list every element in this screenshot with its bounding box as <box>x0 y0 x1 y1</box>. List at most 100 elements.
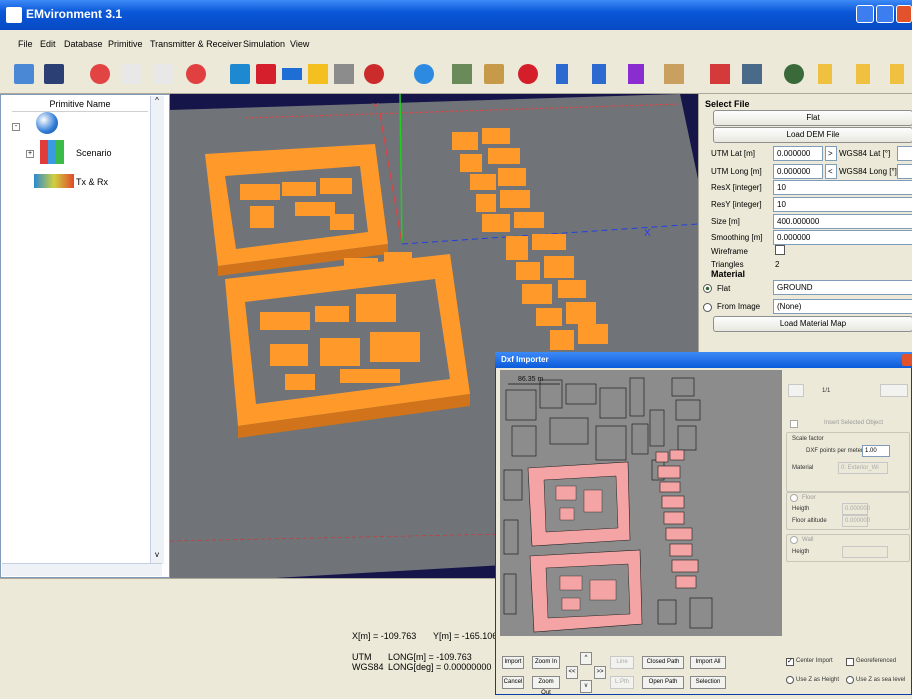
close-button[interactable] <box>896 5 912 23</box>
center-import-checkbox[interactable]: ✓ <box>786 658 794 666</box>
tree-horizontal-scrollbar[interactable] <box>2 563 162 576</box>
resx-input[interactable]: 10 <box>773 180 912 195</box>
open-path-button[interactable]: Open Path <box>642 676 684 689</box>
from-image-radio[interactable] <box>703 303 712 312</box>
dxf-preview-canvas[interactable]: 86.35 m <box>500 370 782 636</box>
select-file-heading: Select File <box>705 99 750 109</box>
menu-transmitter-receiver[interactable]: Transmitter & Receiver <box>150 39 242 49</box>
import-all-button[interactable]: Import All <box>690 656 726 669</box>
maximize-button[interactable] <box>876 5 894 23</box>
zoom-out-button[interactable]: Zoom Out <box>532 676 560 696</box>
flat-radio[interactable] <box>703 284 712 293</box>
pan-down-button[interactable]: v <box>580 680 592 693</box>
closed-path-button[interactable]: Closed Path <box>642 656 684 669</box>
cancel-button[interactable]: Cancel <box>502 676 524 689</box>
building-icon[interactable] <box>334 64 354 84</box>
line-button[interactable]: Line <box>610 656 634 669</box>
dxf-prev-page-button[interactable] <box>788 384 804 397</box>
use-z-height-radio[interactable] <box>786 676 794 684</box>
delete-icon[interactable] <box>186 64 206 84</box>
ray-icon[interactable] <box>710 64 730 84</box>
cube-icon[interactable] <box>256 64 276 84</box>
scroll-down-icon[interactable]: v <box>150 550 164 562</box>
wall-height-input[interactable] <box>842 546 888 558</box>
tower-icon[interactable] <box>452 64 472 84</box>
grid-receiver-icon[interactable] <box>628 64 644 84</box>
wgs-long-input[interactable] <box>897 164 912 179</box>
load-material-map-button[interactable]: Load Material Map <box>713 316 912 332</box>
dxf-next-page-button[interactable] <box>880 384 908 397</box>
from-wgs-button[interactable]: < <box>825 164 837 179</box>
expand-icon[interactable]: + <box>26 150 34 158</box>
to-wgs-button[interactable]: > <box>825 146 837 161</box>
selection-button[interactable]: Selection <box>690 676 726 689</box>
sphere-icon[interactable] <box>364 64 384 84</box>
terrain-icon[interactable] <box>664 64 684 84</box>
receiver-icon[interactable] <box>556 64 568 84</box>
utm-lat-input[interactable]: 0.000000 <box>773 146 823 161</box>
tree-item-scenario[interactable]: Scenario <box>76 148 112 158</box>
lpath-button[interactable]: L.Pth <box>610 676 634 689</box>
menu-simulation[interactable]: Simulation <box>243 39 285 49</box>
utm-lat-label: UTM Lat [m] <box>711 149 756 158</box>
smoothing-input[interactable]: 0.000000 <box>773 230 912 245</box>
copy-icon[interactable] <box>122 64 142 84</box>
wall-radio[interactable] <box>790 536 798 544</box>
new-icon[interactable] <box>90 64 110 84</box>
image-select[interactable]: (None) <box>773 299 912 314</box>
tree-item-tx-rx[interactable]: Tx & Rx <box>76 177 108 187</box>
floor-height-input[interactable]: 0.000000 <box>842 503 870 515</box>
utm-long-input[interactable]: 0.000000 <box>773 164 823 179</box>
menu-view[interactable]: View <box>290 39 309 49</box>
dxf-scale-label: 86.35 m <box>518 376 544 383</box>
insert-selected-checkbox[interactable] <box>790 420 798 428</box>
floor-altitude-input[interactable]: 0.000000 <box>842 515 870 527</box>
floor-radio[interactable] <box>790 494 798 502</box>
pyramid-icon[interactable] <box>308 64 328 84</box>
app-icon <box>6 7 22 23</box>
load-dem-button[interactable]: Load DEM File <box>713 127 912 143</box>
plane-icon[interactable] <box>282 68 302 80</box>
import-button[interactable]: Import <box>502 656 524 669</box>
axes3-icon[interactable] <box>890 64 904 84</box>
menu-file[interactable]: File <box>18 39 33 49</box>
size-input[interactable]: 400.000000 <box>773 214 912 229</box>
resy-input[interactable]: 10 <box>773 197 912 212</box>
transmitter-icon[interactable] <box>518 64 538 84</box>
dxf-points-input[interactable]: 1.00 <box>862 445 890 457</box>
dxf-material-select[interactable]: 0: Exterior_Wi <box>838 462 888 474</box>
receiver-array-icon[interactable] <box>592 64 606 84</box>
minimize-button[interactable] <box>856 5 874 23</box>
menu-edit[interactable]: Edit <box>40 39 56 49</box>
antenna-icon[interactable] <box>414 64 434 84</box>
pan-up-button[interactable]: ^ <box>580 652 592 665</box>
scatter-icon[interactable] <box>742 64 762 84</box>
triangles-label: Triangles <box>711 260 744 269</box>
georeferenced-checkbox[interactable] <box>846 658 854 666</box>
pan-left-button[interactable]: << <box>566 666 578 679</box>
paste-icon[interactable] <box>154 64 174 84</box>
dxf-close-button[interactable] <box>902 354 912 366</box>
scroll-up-icon[interactable]: ^ <box>150 96 164 108</box>
tree-vertical-scrollbar[interactable] <box>150 96 164 564</box>
axes-icon[interactable] <box>818 64 832 84</box>
collapse-icon[interactable]: - <box>12 123 20 131</box>
use-z-sea-radio[interactable] <box>846 676 854 684</box>
utm-label: UTM <box>352 652 372 662</box>
wgs-lat-input[interactable] <box>897 146 912 161</box>
smoothing-label: Smoothing [m] <box>711 233 763 242</box>
flat-button[interactable]: Flat <box>713 110 912 126</box>
box-icon[interactable] <box>230 64 250 84</box>
open-icon[interactable] <box>14 64 34 84</box>
wireframe-checkbox[interactable] <box>775 245 785 255</box>
rotate-icon[interactable] <box>784 64 804 84</box>
save-icon[interactable] <box>44 64 64 84</box>
pan-right-button[interactable]: >> <box>594 666 606 679</box>
station-icon[interactable] <box>484 64 504 84</box>
axes2-icon[interactable] <box>856 64 870 84</box>
insert-selected-label: Insert Selected Object <box>824 420 884 426</box>
material-select[interactable]: GROUND <box>773 280 912 295</box>
zoom-in-button[interactable]: Zoom In <box>532 656 560 669</box>
menu-primitive[interactable]: Primitive <box>108 39 143 49</box>
menu-database[interactable]: Database <box>64 39 103 49</box>
